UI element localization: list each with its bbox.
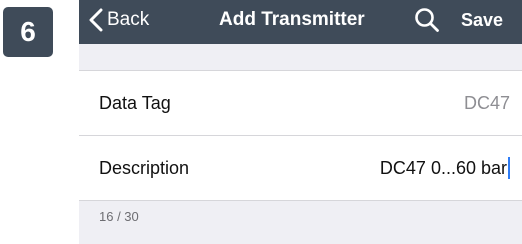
back-button-label: Back: [107, 9, 150, 30]
section-spacer: [79, 44, 522, 71]
character-counter: 16 / 30: [99, 209, 139, 224]
step-number-badge: 6: [3, 7, 53, 57]
search-icon[interactable]: [414, 7, 440, 33]
description-value: DC47 0...60 bar: [379, 158, 507, 178]
data-tag-label: Data Tag: [99, 93, 171, 113]
page-title: Add Transmitter: [219, 9, 365, 30]
phone-screen: Back Add Transmitter Save Data Tag DC47 …: [79, 0, 522, 244]
field-footer: 16 / 30: [79, 200, 522, 244]
description-field[interactable]: Description DC47 0...60 bar: [79, 136, 522, 200]
navigation-bar: Back Add Transmitter Save: [79, 0, 522, 44]
back-button[interactable]: Back: [89, 0, 149, 40]
data-tag-field[interactable]: Data Tag DC47: [79, 71, 522, 135]
description-input[interactable]: DC47 0...60 bar: [380, 136, 510, 200]
data-tag-placeholder[interactable]: DC47: [464, 71, 510, 135]
description-label: Description: [99, 158, 190, 178]
chevron-left-icon: [89, 8, 103, 32]
text-cursor: [508, 157, 510, 179]
save-button[interactable]: Save: [461, 0, 503, 40]
page: 6 Back Add Transmitter Save Data Tag DC4…: [0, 0, 522, 244]
